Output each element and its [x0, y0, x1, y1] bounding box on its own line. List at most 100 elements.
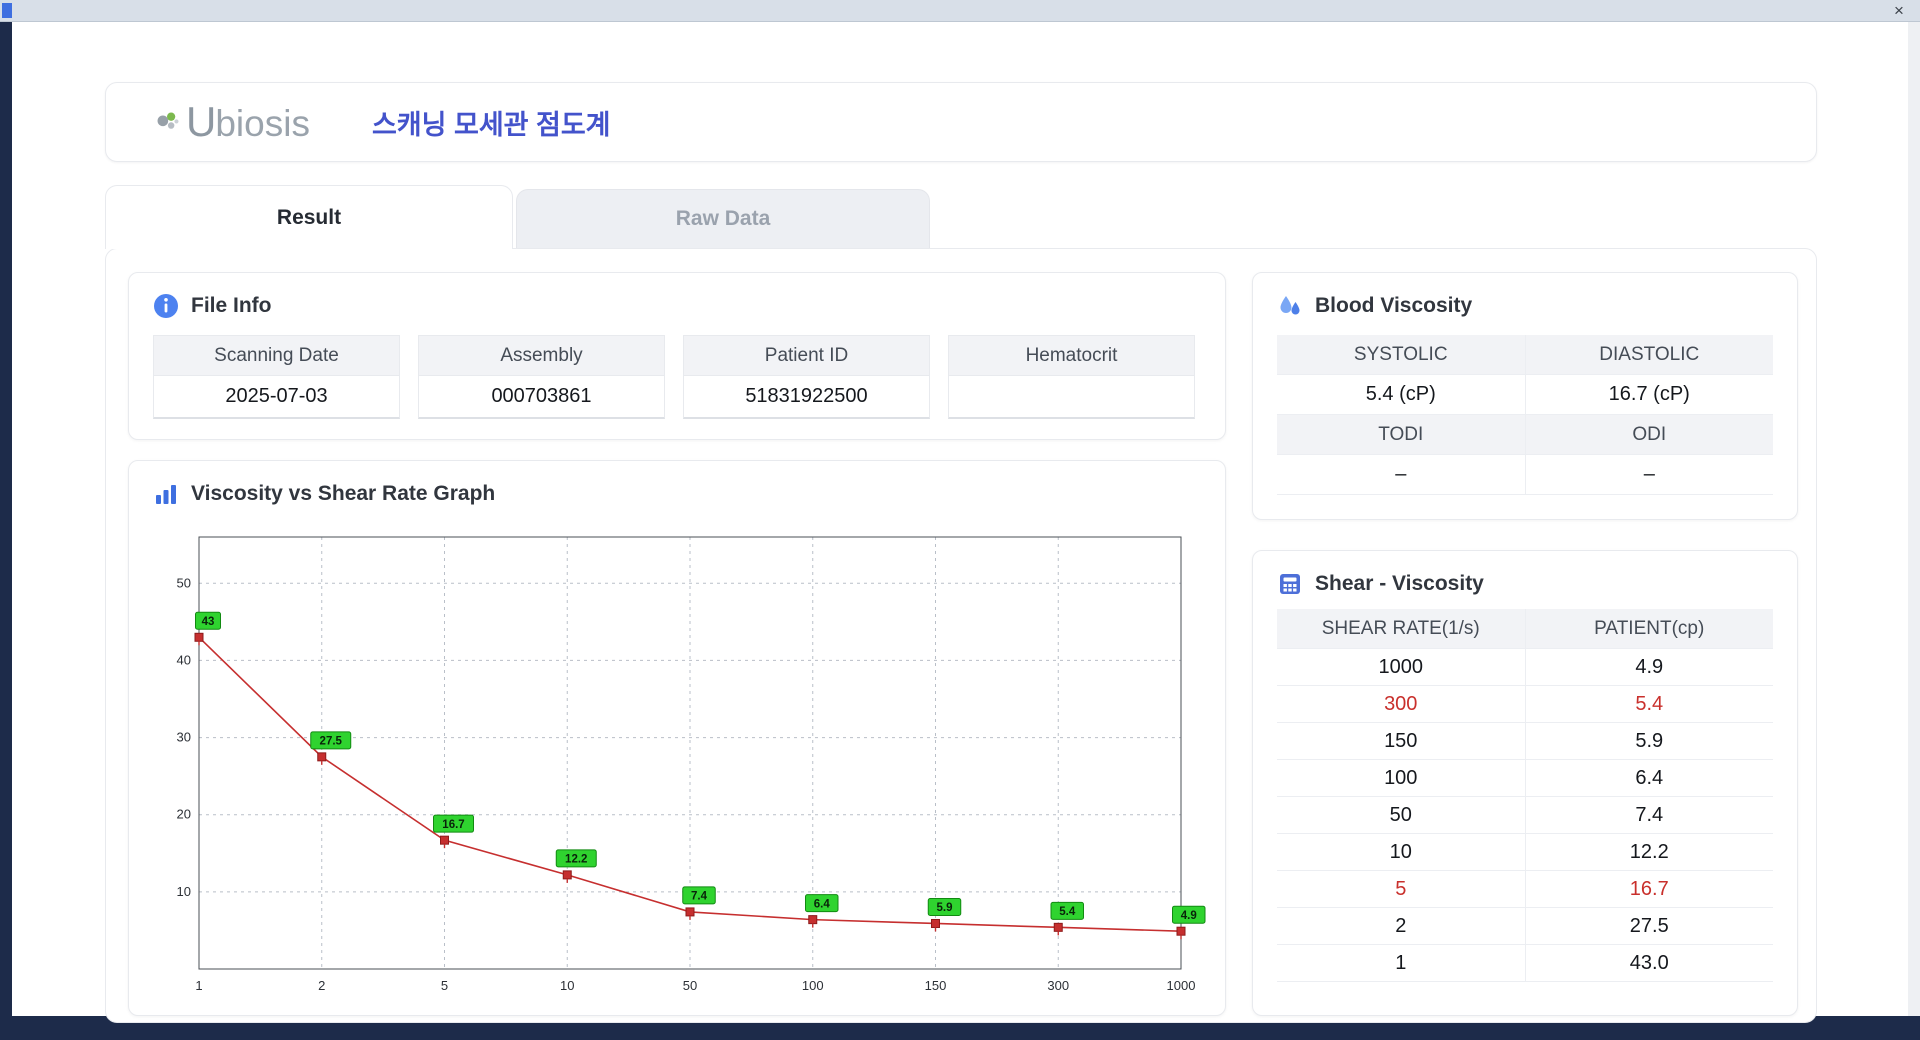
viscosity-chart: 10 20 30 40 50 1 2 5 10 50 100 150 300 1000 43 27.5 16.7… — [149, 521, 1207, 1006]
tab-raw-data[interactable]: Raw Data — [516, 189, 930, 248]
shear-rate-value: 150 — [1277, 723, 1525, 760]
field-value: 2025-07-03 — [225, 385, 328, 407]
table-row: TODI ODI — [1277, 415, 1773, 455]
shear-rate-value: 5 — [1277, 871, 1525, 908]
patient-value: 16.7 — [1524, 871, 1773, 908]
svg-text:2: 2 — [318, 978, 325, 993]
graph-title: Viscosity vs Shear Rate Graph — [191, 482, 496, 505]
svg-text:10: 10 — [560, 978, 574, 993]
field-hematocrit: Hematocrit — [948, 335, 1195, 419]
svg-text:10: 10 — [177, 884, 191, 899]
svg-text:50: 50 — [177, 575, 191, 590]
shear-rate-value: 1000 — [1277, 649, 1525, 686]
svg-text:16.7: 16.7 — [442, 819, 464, 831]
shear-rate-value: 100 — [1277, 760, 1525, 797]
shear-rate-value: 50 — [1277, 797, 1525, 834]
field-label: Patient ID — [684, 336, 929, 376]
table-row: SYSTOLIC DIASTOLIC — [1277, 335, 1773, 375]
field-label: Hematocrit — [949, 336, 1194, 376]
patient-value: 5.9 — [1524, 723, 1773, 760]
svg-text:43: 43 — [202, 616, 215, 628]
grid-table-icon — [1280, 574, 1300, 594]
table-row: 300 5.4 — [1277, 686, 1773, 723]
app-header: Ubiosis 스캐닝 모세관 점도계 — [105, 82, 1817, 162]
table-row: 5.4 (cP) 16.7 (cP) — [1277, 375, 1773, 415]
svg-text:12.2: 12.2 — [565, 854, 587, 866]
todi-label: TODI — [1277, 415, 1525, 455]
blood-viscosity-table: SYSTOLIC DIASTOLIC 5.4 (cP) 16.7 (cP) TO… — [1277, 335, 1773, 495]
svg-text:40: 40 — [177, 652, 191, 667]
svg-text:7.4: 7.4 — [691, 891, 708, 903]
odi-label: ODI — [1524, 415, 1773, 455]
field-value: 51831922500 — [745, 385, 868, 407]
table-row: 50 7.4 — [1277, 797, 1773, 834]
tab-result[interactable]: Result — [105, 185, 513, 249]
svg-text:300: 300 — [1047, 978, 1069, 993]
shear-viscosity-table: SHEAR RATE(1/s) PATIENT(cp) 1000 4.9 300… — [1277, 609, 1773, 982]
shear-rate-value: 2 — [1277, 908, 1525, 945]
svg-text:5.9: 5.9 — [937, 902, 953, 914]
droplet-icon — [1280, 296, 1300, 315]
todi-value: – — [1277, 455, 1525, 495]
table-row: 5 16.7 — [1277, 871, 1773, 908]
field-label: Scanning Date — [154, 336, 399, 376]
svg-text:150: 150 — [925, 978, 947, 993]
systolic-value: 5.4 (cP) — [1277, 375, 1525, 415]
field-assembly: Assembly 000703861 — [418, 335, 665, 419]
table-header-row: SHEAR RATE(1/s) PATIENT(cp) — [1277, 609, 1773, 649]
field-value — [949, 376, 1194, 417]
field-value: 000703861 — [491, 385, 592, 407]
window-accent — [2, 3, 12, 18]
page-title: 스캐닝 모세관 점도계 — [371, 109, 611, 140]
logo-text-u: U — [186, 98, 216, 145]
table-row: 1000 4.9 — [1277, 649, 1773, 686]
svg-text:1000: 1000 — [1167, 978, 1196, 993]
viscosity-graph-card: Viscosity vs Shear Rate Graph 10 20 30 40 50… — [128, 460, 1226, 1016]
ubiosis-logo-icon — [157, 112, 179, 129]
svg-text:1: 1 — [195, 978, 202, 993]
shear-viscosity-card: Shear - Viscosity SHEAR RATE(1/s) PATIEN… — [1252, 550, 1798, 1016]
patient-value: 27.5 — [1524, 908, 1773, 945]
bar-chart-icon — [156, 485, 176, 504]
table-row: 10 12.2 — [1277, 834, 1773, 871]
file-info-card: File Info Scanning Date 2025-07-03 Assem… — [128, 272, 1226, 440]
info-icon — [154, 294, 178, 318]
column-shear-rate: SHEAR RATE(1/s) — [1277, 609, 1525, 649]
svg-text:4.9: 4.9 — [1181, 910, 1197, 922]
field-label: Assembly — [419, 336, 664, 376]
patient-value: 7.4 — [1524, 797, 1773, 834]
diastolic-value: 16.7 (cP) — [1524, 375, 1773, 415]
table-row: 2 27.5 — [1277, 908, 1773, 945]
file-info-title: File Info — [191, 294, 272, 317]
svg-text:27.5: 27.5 — [320, 736, 343, 748]
close-icon[interactable]: × — [1888, 0, 1910, 22]
svg-text:50: 50 — [683, 978, 697, 993]
svg-text:30: 30 — [177, 730, 191, 745]
column-patient: PATIENT(cp) — [1524, 609, 1773, 649]
brand-logo: Ubiosis — [154, 98, 310, 146]
patient-value: 5.4 — [1524, 686, 1773, 723]
patient-value: 43.0 — [1524, 945, 1773, 982]
shear-viscosity-title: Shear - Viscosity — [1315, 572, 1484, 595]
systolic-label: SYSTOLIC — [1277, 335, 1525, 375]
svg-text:20: 20 — [177, 807, 191, 822]
table-row: 1 43.0 — [1277, 945, 1773, 982]
blood-viscosity-card: Blood Viscosity SYSTOLIC DIASTOLIC 5.4 (… — [1252, 272, 1798, 520]
blood-viscosity-title: Blood Viscosity — [1315, 294, 1473, 317]
odi-value: – — [1524, 455, 1773, 495]
patient-value: 12.2 — [1524, 834, 1773, 871]
window-titlebar: × — [0, 0, 1920, 22]
chart-svg: 10 20 30 40 50 1 2 5 10 50 100 150 300 1000 43 27.5 16.7… — [177, 536, 1206, 993]
svg-text:100: 100 — [802, 978, 824, 993]
svg-text:6.4: 6.4 — [814, 898, 831, 910]
patient-value: 6.4 — [1524, 760, 1773, 797]
logo-text-rest: biosis — [215, 103, 310, 144]
svg-text:5: 5 — [441, 978, 448, 993]
field-patient-id: Patient ID 51831922500 — [683, 335, 930, 419]
shear-rate-value: 300 — [1277, 686, 1525, 723]
shear-rate-value: 10 — [1277, 834, 1525, 871]
shear-rate-value: 1 — [1277, 945, 1525, 982]
table-row: – – — [1277, 455, 1773, 495]
table-row: 100 6.4 — [1277, 760, 1773, 797]
diastolic-label: DIASTOLIC — [1524, 335, 1773, 375]
